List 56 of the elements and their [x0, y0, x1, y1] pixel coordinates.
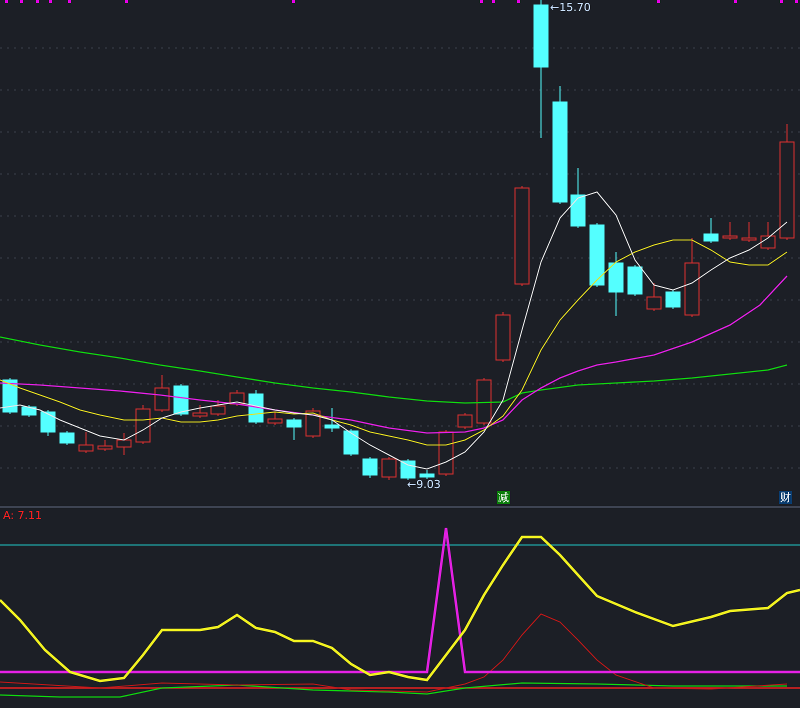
candlestick — [268, 412, 282, 426]
candlestick — [382, 456, 396, 480]
candlestick — [78, 432, 94, 454]
candlestick — [98, 440, 112, 452]
candlestick — [400, 458, 416, 480]
candlestick — [760, 222, 776, 250]
time-marker — [492, 0, 495, 3]
time-marker — [517, 0, 520, 3]
candlestick — [192, 404, 208, 418]
time-marker — [657, 0, 660, 3]
candlestick — [438, 430, 454, 476]
candlestick — [590, 222, 604, 288]
candlestick — [458, 412, 472, 430]
candlestick — [306, 408, 320, 438]
time-marker — [795, 0, 798, 3]
time-marker — [780, 0, 783, 3]
event-marker[interactable]: 财 — [779, 491, 792, 504]
time-marker — [20, 0, 23, 3]
time-marker — [292, 0, 295, 3]
time-marker — [125, 0, 128, 3]
candlestick — [136, 404, 150, 444]
time-marker — [68, 0, 71, 3]
candlestick — [420, 470, 434, 480]
candlestick — [704, 218, 718, 244]
candlestick — [666, 290, 680, 310]
candlestick — [344, 428, 358, 456]
candlestick — [230, 390, 244, 406]
candlestick — [362, 456, 378, 478]
low-price-label: ←9.03 — [407, 478, 441, 491]
indicator-legend: A: 7.11 — [3, 509, 42, 522]
time-marker — [36, 0, 39, 3]
time-marker — [734, 0, 737, 3]
time-marker — [5, 0, 8, 3]
time-marker — [49, 0, 52, 3]
candlestick — [570, 168, 586, 228]
candlestick — [646, 282, 662, 312]
candlestick — [60, 430, 74, 446]
candlestick — [628, 264, 642, 296]
candlestick — [476, 378, 492, 426]
candlestick — [210, 400, 226, 416]
candlestick — [154, 374, 170, 412]
candlestick — [742, 222, 756, 242]
candlestick — [40, 410, 56, 436]
candlestick — [174, 384, 188, 416]
candlestick — [22, 404, 36, 418]
candlestick — [722, 222, 738, 240]
candlestick — [324, 408, 340, 432]
candlestick — [2, 378, 18, 414]
candlestick — [286, 418, 302, 440]
candlestick — [116, 432, 132, 456]
candlestick — [608, 252, 624, 316]
candlestick — [496, 312, 510, 362]
candlestick — [248, 390, 264, 424]
time-marker — [480, 0, 483, 3]
event-marker[interactable]: 减 — [497, 491, 510, 504]
high-price-label: ←15.70 — [550, 1, 591, 14]
